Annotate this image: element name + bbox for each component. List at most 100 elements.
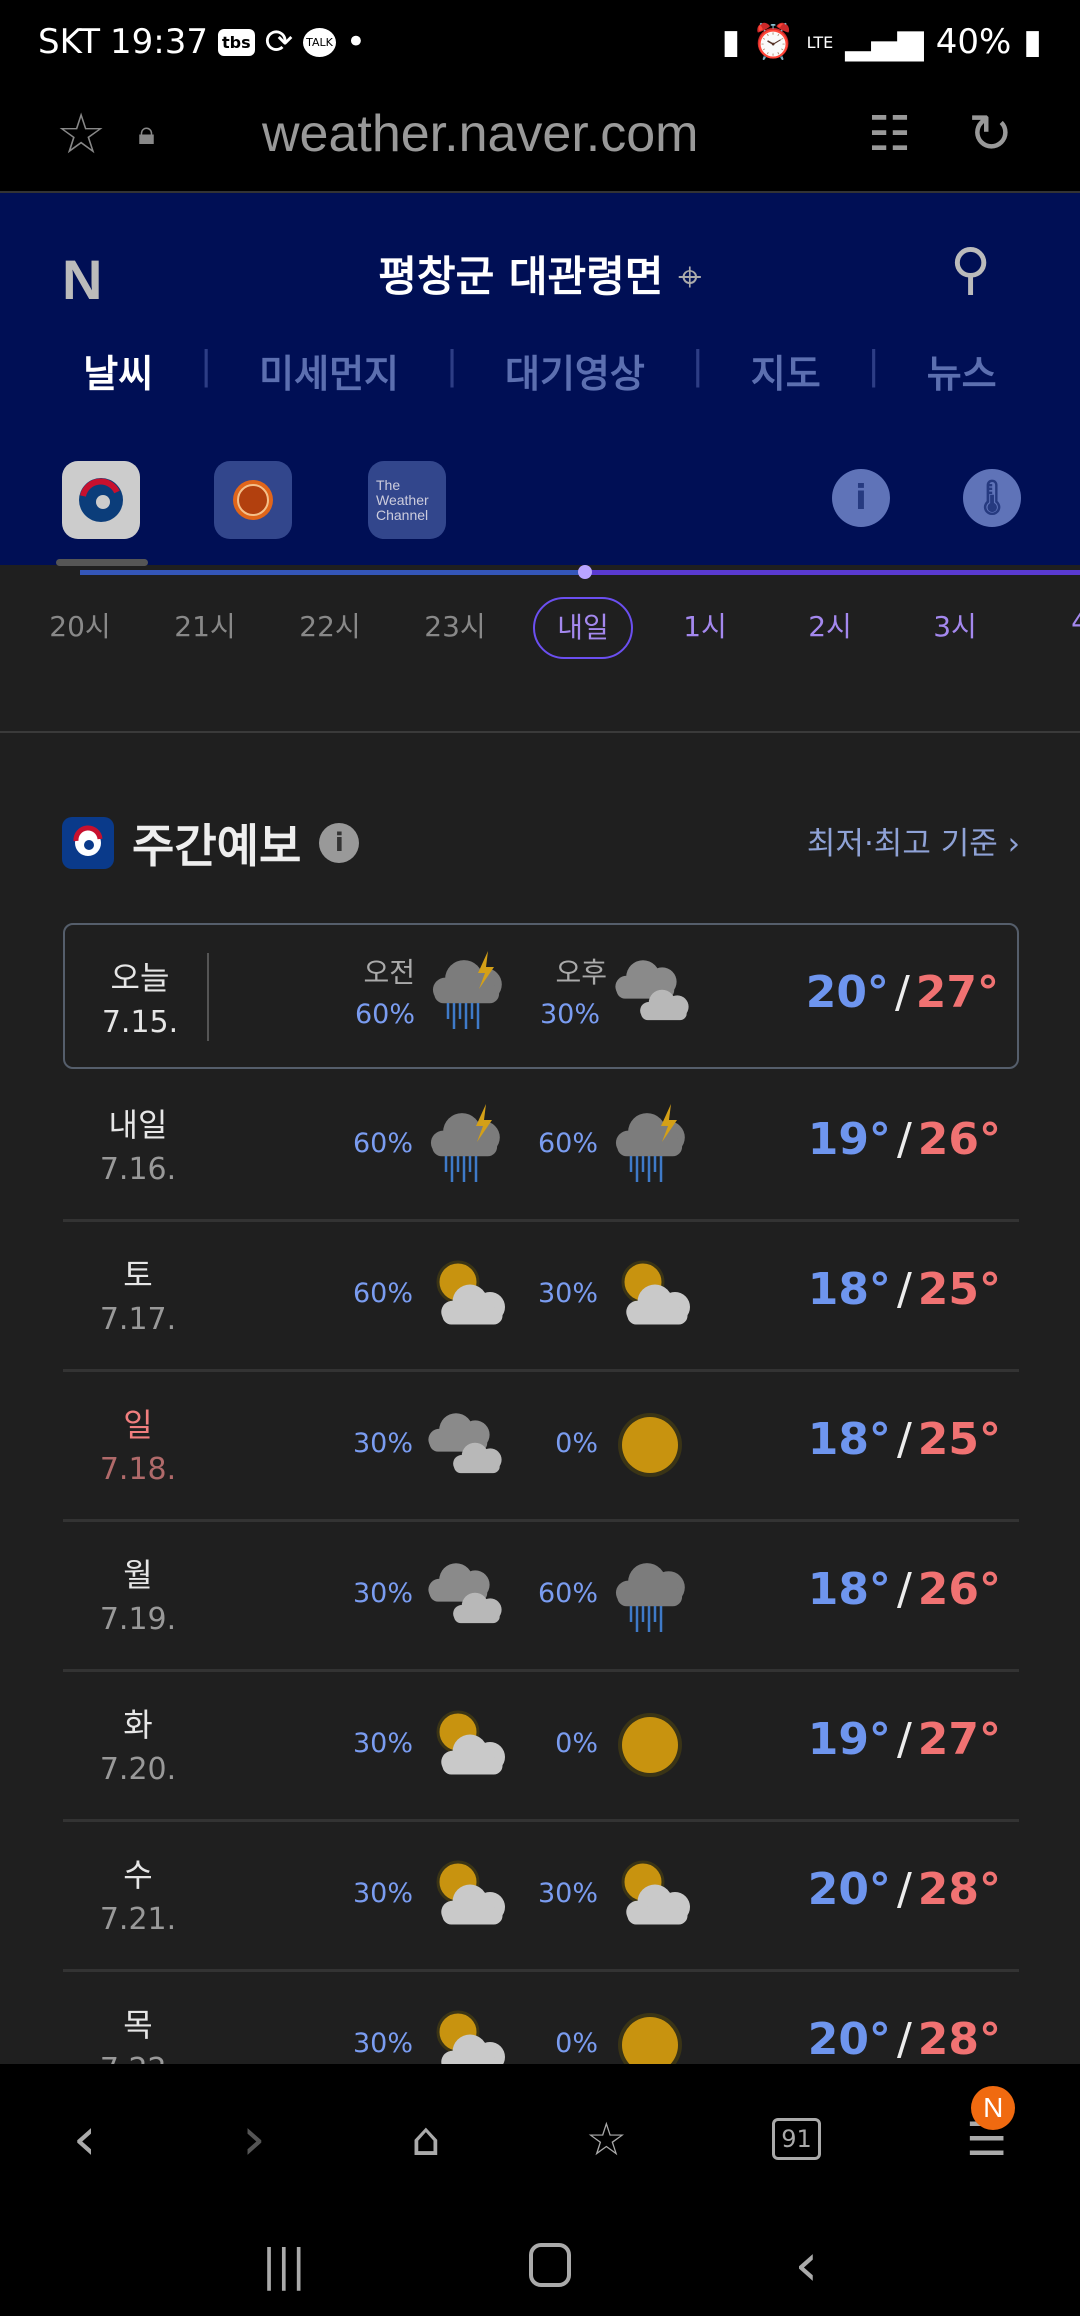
carrier: SKT — [38, 22, 101, 62]
locate-icon[interactable]: ⌖ — [678, 252, 702, 301]
date-label: 7.19. — [99, 1602, 177, 1637]
criteria-link[interactable]: 최저·최고 기준 › — [807, 818, 1020, 863]
day-cell: 오늘 7.15. — [65, 953, 215, 1040]
home-icon[interactable]: ⌂ — [411, 2112, 440, 2166]
forward-icon[interactable]: › — [242, 2104, 266, 2174]
hourly-timeline[interactable]: 20시 21시 22시 23시 내일 1시 2시 3시 4 — [0, 565, 1080, 733]
battery-saver-icon: ▮ — [721, 22, 741, 62]
hour-3[interactable]: 23시 — [400, 605, 510, 645]
slash: / — [894, 967, 910, 1018]
hour-2[interactable]: 22시 — [275, 605, 385, 645]
forecast-row[interactable]: 월 7.19. 30% 60% 18°/26° — [63, 1522, 1019, 1672]
menu-icon[interactable]: ☰ N — [966, 2086, 1016, 2166]
date-label: 7.21. — [99, 1902, 177, 1937]
hour-4[interactable]: 내일 — [533, 597, 633, 659]
location-title[interactable]: 평창군 대관령면 — [378, 252, 663, 301]
temp-range: 18°/25° — [808, 1414, 1001, 1465]
tab-satellite[interactable]: 대기영상 — [505, 343, 645, 398]
temp-range: 18°/25° — [808, 1264, 1001, 1315]
date-label: 7.16. — [99, 1152, 177, 1187]
bookmarks-icon[interactable]: ☆ — [586, 2112, 627, 2166]
info-icon[interactable]: i — [832, 469, 890, 527]
high-temp: 27° — [917, 1714, 1001, 1765]
partly-cloudy-icon — [436, 1710, 505, 1775]
day-cell: 수 7.21. — [63, 1850, 213, 1937]
forecast-row[interactable]: 수 7.21. 30% 30% 20°/28° — [63, 1822, 1019, 1972]
slash: / — [896, 1864, 912, 1915]
timeline-marker — [578, 565, 592, 579]
pm-precip: 0% — [555, 1728, 598, 1759]
tab-weather[interactable]: 날씨 — [83, 343, 153, 398]
forecast-row[interactable]: 오늘 7.15. 오전 오후 60% 30% 20°/27° — [63, 923, 1019, 1069]
forecast-row[interactable]: 내일 7.16. 60% 60% 19°/26° — [63, 1072, 1019, 1222]
lte-icon: LTE — [806, 32, 834, 52]
day-cell: 화 7.20. — [63, 1700, 213, 1787]
pm-precip: 60% — [537, 1128, 598, 1159]
battery-percent: 40% — [935, 22, 1012, 62]
day-label: 내일 — [108, 1106, 168, 1144]
thermometer-icon[interactable]: 🌡︎ — [963, 469, 1021, 527]
low-temp: 18° — [807, 1414, 891, 1465]
forecast-row[interactable]: 일 7.18. 30% 0% 18°/25° — [63, 1372, 1019, 1522]
forecast-row[interactable]: 화 7.20. 30% 0% 19°/27° — [63, 1672, 1019, 1822]
tab-fine-dust[interactable]: 미세먼지 — [259, 343, 399, 398]
hour-6[interactable]: 2시 — [775, 605, 885, 645]
reader-mode-icon[interactable]: ☷ — [868, 106, 911, 162]
star-icon[interactable]: ☆ — [56, 102, 106, 167]
notification-badge: N — [971, 2086, 1016, 2130]
sunny-icon — [618, 1413, 682, 1477]
kma-logo-icon — [62, 817, 114, 869]
hour-0[interactable]: 20시 — [25, 605, 135, 645]
hour-5[interactable]: 1시 — [650, 605, 760, 645]
day-label: 월 — [123, 1556, 153, 1594]
high-temp: 28° — [917, 2014, 1001, 2065]
am-precip: 60% — [352, 1128, 413, 1159]
hour-8[interactable]: 4 — [1025, 605, 1080, 638]
pm-label: 오후 — [555, 956, 607, 989]
url-field[interactable]: weather.naver.com — [262, 104, 698, 164]
slash: / — [896, 1714, 912, 1765]
hour-1[interactable]: 21시 — [150, 605, 260, 645]
chevron-right-icon: › — [1007, 826, 1020, 862]
low-temp: 20° — [807, 1864, 891, 1915]
tab-map[interactable]: 지도 — [751, 343, 821, 398]
day-cell: 월 7.19. — [63, 1550, 213, 1637]
clock: 19:37 — [110, 22, 208, 62]
refresh-circle-icon: ⟳ — [264, 22, 294, 62]
provider-kma[interactable] — [62, 461, 140, 539]
am-label: 오전 — [363, 956, 415, 989]
url-bar: ☆ 🔒︎ weather.naver.com ☷ ↻ — [0, 84, 1080, 193]
slash: / — [896, 1114, 912, 1165]
thunder-rain-icon — [432, 951, 502, 1029]
search-icon[interactable]: ⚲ — [950, 237, 991, 302]
am-precip: 60% — [352, 1278, 413, 1309]
sun-logo-icon — [233, 480, 273, 520]
back-icon[interactable]: ‹ — [73, 2104, 97, 2174]
provider-weather-channel[interactable]: The Weather Channel — [368, 461, 446, 539]
provider-accuweather[interactable] — [214, 461, 292, 539]
tab-news[interactable]: 뉴스 — [927, 343, 997, 398]
low-temp: 19° — [807, 1114, 891, 1165]
partly-cloudy-icon — [621, 1860, 690, 1925]
tabs-button[interactable]: 91 — [772, 2118, 821, 2160]
day-label: 화 — [123, 1706, 153, 1744]
tbs-icon: tbs — [218, 28, 255, 56]
reload-icon[interactable]: ↻ — [968, 102, 1013, 165]
am-precip: 60% — [354, 999, 415, 1030]
high-temp: 28° — [917, 1864, 1001, 1915]
date-label: 7.18. — [99, 1452, 177, 1487]
pm-precip: 30% — [537, 1878, 598, 1909]
home-button-icon[interactable] — [529, 2243, 572, 2287]
low-temp: 20° — [807, 2014, 891, 2065]
timeline-past — [80, 570, 585, 575]
weather-tabs: 날씨 | 미세먼지 | 대기영상 | 지도 | 뉴스 — [0, 343, 1080, 398]
weather-header: N 평창군 대관령면 ⌖ ⚲ 날씨 | 미세먼지 | 대기영상 | 지도 | 뉴스 Th… — [0, 193, 1080, 565]
hour-7[interactable]: 3시 — [900, 605, 1010, 645]
system-back-icon[interactable]: ‹ — [794, 2230, 818, 2300]
forecast-row[interactable]: 토 7.17. 60% 30% 18°/25° — [63, 1222, 1019, 1372]
info-icon[interactable]: i — [319, 823, 360, 863]
partly-cloudy-icon — [621, 1260, 690, 1325]
date-label: 7.20. — [99, 1752, 177, 1787]
section-title: 주간예보 — [132, 819, 302, 873]
recent-apps-icon[interactable]: ||| — [262, 2240, 306, 2291]
